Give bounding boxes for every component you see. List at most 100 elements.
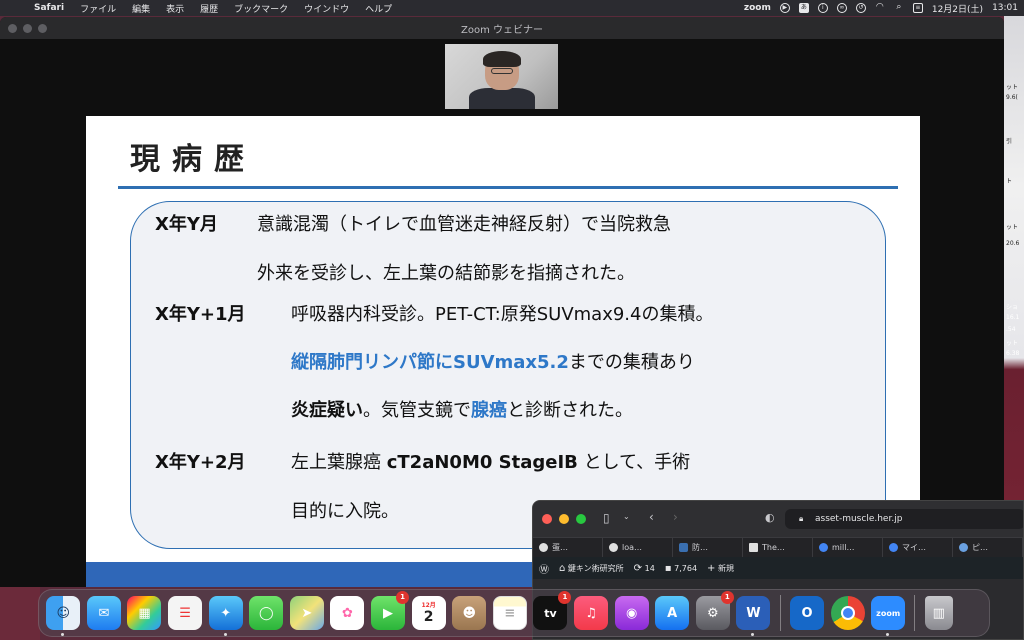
speaker-video-thumbnail[interactable]: [445, 44, 558, 109]
chrome-icon[interactable]: [830, 596, 865, 630]
wp-comments-link[interactable]: ▪ 7,764: [665, 563, 697, 574]
browser-tab[interactable]: 防…: [673, 538, 743, 557]
status-date[interactable]: 12月2日(土): [932, 2, 983, 15]
music-icon[interactable]: ♫: [574, 596, 609, 630]
entry2-highlight: 縦隔肺門リンパ節にSUVmax5.2: [291, 352, 569, 373]
desktop-snippet: 16.1: [1006, 314, 1020, 321]
contacts-icon[interactable]: ☻: [452, 596, 487, 630]
photos-icon[interactable]: ✿: [330, 596, 365, 630]
mail-icon[interactable]: ✉: [86, 596, 121, 630]
status-time[interactable]: 13:01: [992, 3, 1018, 13]
calendar-day: 2: [423, 609, 434, 625]
browser-tab[interactable]: mill…: [813, 538, 883, 557]
app-store-icon[interactable]: A: [655, 596, 690, 630]
address-bar[interactable]: 🔒︎ asset-muscle.her.jp: [785, 509, 1023, 529]
word-icon[interactable]: W: [736, 596, 771, 636]
tab-favicon-icon: [609, 543, 618, 552]
notes-icon[interactable]: ≡: [492, 596, 527, 630]
entry2-line3: 炎症疑い。気管支鏡で腺癌と診断された。: [291, 400, 633, 422]
input-method-icon[interactable]: あ: [798, 3, 809, 13]
entry2-date: X年Y+1月: [155, 304, 246, 325]
control-center-icon[interactable]: ≡: [912, 3, 923, 13]
entry2-line1: 呼吸器内科受診。PET-CT:原発SUVmax9.4の集積。: [291, 304, 714, 325]
wordpress-logo-icon[interactable]: Ⓦ: [539, 561, 549, 576]
reminders-icon[interactable]: ☰: [168, 596, 203, 630]
tab-favicon-icon: [749, 543, 758, 552]
menu-file[interactable]: ファイル: [72, 2, 124, 15]
apple-tv-icon[interactable]: tv 1: [533, 591, 572, 630]
menu-edit[interactable]: 編集: [124, 2, 158, 15]
entry3-pre: 左上葉腺癌: [291, 452, 387, 473]
menu-history[interactable]: 履歴: [192, 2, 226, 15]
running-dot: [751, 633, 755, 636]
privacy-shield-icon[interactable]: ◐: [765, 511, 775, 524]
menu-app-name[interactable]: Safari: [26, 3, 72, 13]
entry3-line2: 目的に入院。: [291, 501, 399, 522]
desktop-snippet: ット: [1006, 224, 1019, 231]
play-status-icon[interactable]: ▶: [779, 3, 790, 13]
podcasts-icon[interactable]: ◉: [614, 596, 649, 630]
entry3-date: X年Y+2月: [155, 452, 246, 473]
link-icon[interactable]: ∞: [836, 3, 847, 13]
messages-icon[interactable]: ◯: [249, 596, 284, 630]
wp-comments-count: 7,764: [674, 563, 698, 573]
plus-icon: +: [707, 562, 716, 574]
entry3-bold: cT2aN0M0 StageIB: [386, 452, 578, 473]
dock: ☺ ✉ ▦ ☰ ✦ ◯ ➤ ✿ ▶ 1 12月 2 ☻ ≡ tv 1 ♫ ◉ A ⚙ 1…: [38, 589, 990, 637]
entry3-post: として、手術: [577, 452, 691, 473]
zoom-icon[interactable]: zoom: [871, 596, 906, 636]
info-icon[interactable]: i: [817, 3, 828, 13]
entry2-highlight2: 腺癌: [471, 400, 507, 421]
back-icon[interactable]: ‹: [649, 510, 654, 524]
zoom-status-label[interactable]: zoom: [744, 3, 771, 13]
forward-icon[interactable]: ›: [673, 510, 678, 524]
browser-tab[interactable]: 蛋…: [533, 538, 603, 557]
menu-view[interactable]: 表示: [158, 2, 192, 15]
settings-badge: 1: [720, 591, 734, 604]
wp-site-link[interactable]: ⌂ 鍵キン術研究所: [559, 563, 624, 574]
safari-close-button[interactable]: [542, 514, 552, 524]
menu-help[interactable]: ヘルプ: [357, 2, 400, 15]
outlook-icon[interactable]: O: [789, 596, 824, 630]
running-dot: [223, 633, 227, 636]
facetime-icon[interactable]: ▶ 1: [371, 591, 410, 630]
menu-window[interactable]: ウインドウ: [296, 2, 357, 15]
maps-icon[interactable]: ➤: [289, 596, 324, 630]
time-machine-icon[interactable]: ↺: [855, 3, 866, 13]
browser-tab[interactable]: The…: [743, 538, 813, 557]
browser-tab[interactable]: loa…: [603, 538, 673, 557]
desktop-snippet: ショ: [1006, 304, 1019, 311]
finder-icon[interactable]: ☺: [46, 596, 81, 636]
launchpad-icon[interactable]: ▦: [127, 596, 162, 630]
desktop-background-left: [0, 585, 40, 640]
trash-icon[interactable]: ▥: [924, 596, 953, 630]
entry1-line1: 意識混濁（トイレで血管迷走神経反射）で当院救急: [257, 214, 671, 235]
chevron-down-icon[interactable]: ⌄: [623, 512, 630, 521]
system-settings-icon[interactable]: ⚙ 1: [695, 591, 734, 630]
wp-new-link[interactable]: + 新規: [707, 563, 734, 574]
entry1-line2: 外来を受診し、左上葉の結節影を指摘された。: [257, 263, 635, 284]
sidebar-toggle-icon[interactable]: ▯: [603, 511, 610, 525]
calendar-icon[interactable]: 12月 2: [411, 596, 446, 630]
entry3-line1: 左上葉腺癌 cT2aN0M0 StageIB として、手術: [291, 452, 690, 474]
tab-favicon-icon: [679, 543, 688, 552]
dock-separator: [914, 595, 916, 631]
facetime-badge: 1: [396, 591, 410, 604]
tab-favicon-icon: [959, 543, 968, 552]
running-dot: [886, 633, 890, 636]
menu-bookmarks[interactable]: ブックマーク: [226, 2, 296, 15]
safari-icon[interactable]: ✦: [208, 596, 243, 636]
tab-title: 蛋…: [552, 543, 568, 552]
entry2-line3-rest: と診断された。: [507, 400, 633, 421]
safari-zoom-button[interactable]: [576, 514, 586, 524]
browser-tab[interactable]: ピ…: [953, 538, 1023, 557]
comment-icon: ▪: [664, 562, 672, 574]
content-box: X年Y月 意識混濁（トイレで血管迷走神経反射）で当院救急 外来を受診し、左上葉の…: [130, 201, 886, 549]
wp-updates-link[interactable]: ⟳ 14: [634, 563, 655, 574]
safari-minimize-button[interactable]: [559, 514, 569, 524]
browser-tab[interactable]: マイ…: [883, 538, 953, 557]
search-icon[interactable]: ⌕: [894, 3, 904, 13]
desktop-snippet: ット: [1006, 84, 1019, 91]
wifi-icon[interactable]: ◠: [875, 3, 885, 13]
home-icon: ⌂: [559, 562, 566, 574]
